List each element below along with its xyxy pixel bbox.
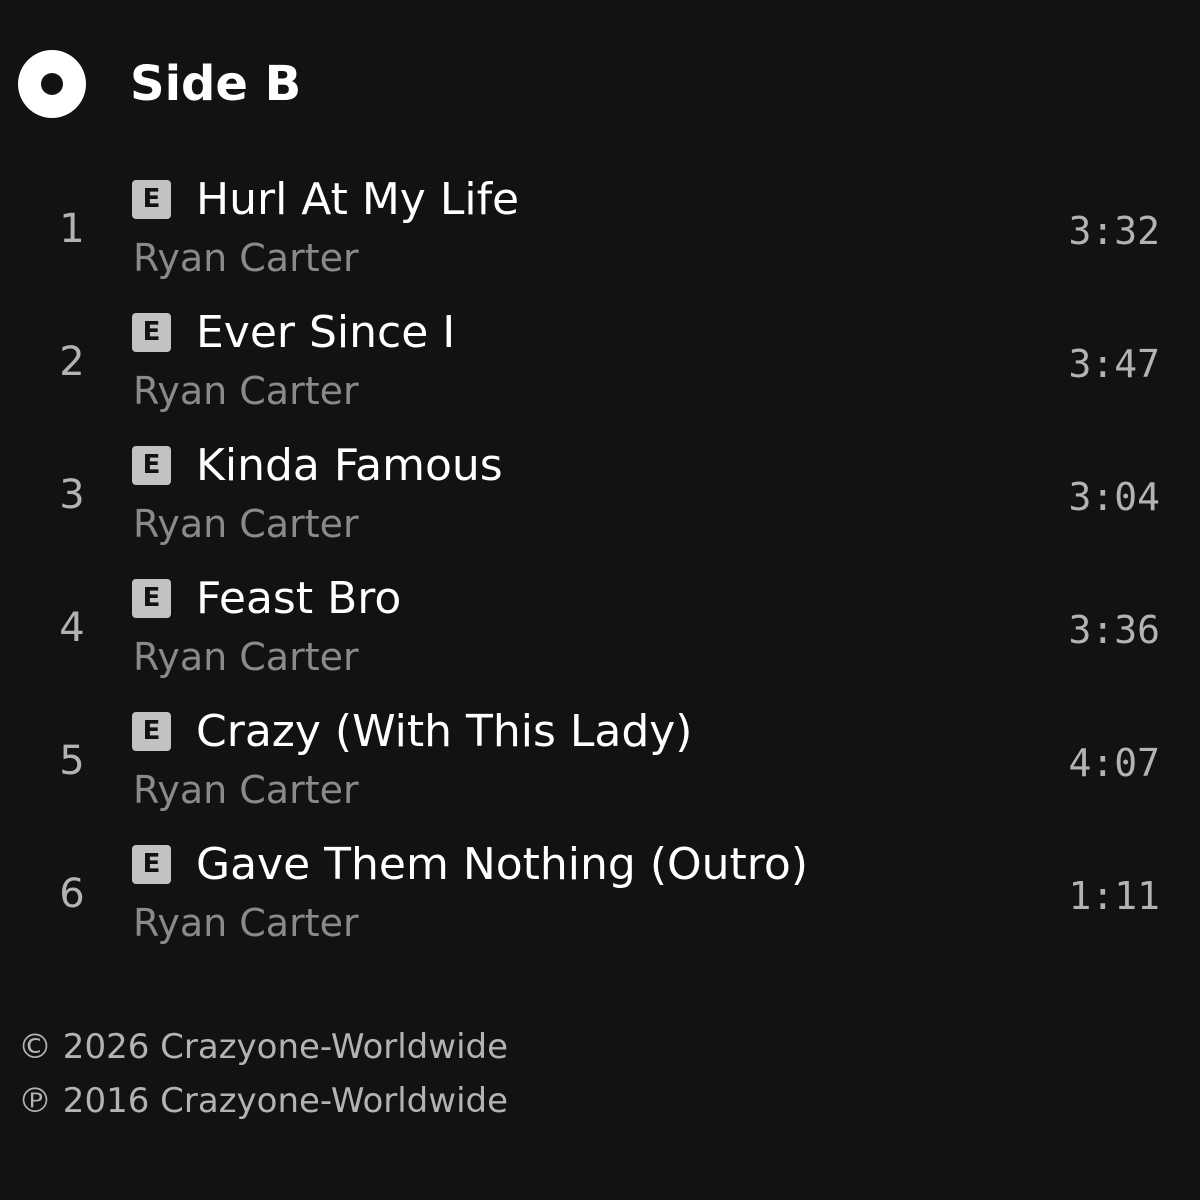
track-number: 1 [59, 206, 85, 252]
explicit-badge: E [132, 579, 171, 618]
track-number: 4 [59, 605, 85, 651]
track-number: 5 [59, 738, 85, 784]
track-list: 1 E Hurl At My Life Ryan Carter 3:32 2 E… [0, 166, 1200, 964]
track-artist[interactable]: Ryan Carter [133, 234, 359, 282]
track-title[interactable]: Hurl At My Life [196, 172, 519, 228]
track-duration: 3:04 [1068, 475, 1160, 519]
explicit-badge: E [132, 845, 171, 884]
track-row[interactable]: 2 E Ever Since I Ryan Carter 3:47 [0, 299, 1200, 432]
explicit-badge: E [132, 446, 171, 485]
track-artist[interactable]: Ryan Carter [133, 367, 359, 415]
phonographic-copyright-text: ℗ 2016 Crazyone-Worldwide [18, 1081, 509, 1121]
track-number: 3 [59, 472, 85, 518]
track-duration: 3:32 [1068, 209, 1160, 253]
track-title[interactable]: Kinda Famous [196, 438, 503, 494]
disc-icon [18, 50, 86, 118]
track-title[interactable]: Ever Since I [196, 305, 455, 361]
track-duration: 1:11 [1068, 874, 1160, 918]
side-title: Side B [130, 56, 302, 112]
track-row[interactable]: 4 E Feast Bro Ryan Carter 3:36 [0, 565, 1200, 698]
track-duration: 4:07 [1068, 741, 1160, 785]
track-artist[interactable]: Ryan Carter [133, 899, 359, 947]
track-duration: 3:47 [1068, 342, 1160, 386]
explicit-badge: E [132, 180, 171, 219]
track-row[interactable]: 1 E Hurl At My Life Ryan Carter 3:32 [0, 166, 1200, 299]
track-artist[interactable]: Ryan Carter [133, 766, 359, 814]
explicit-badge: E [132, 712, 171, 751]
track-duration: 3:36 [1068, 608, 1160, 652]
copyright-text: © 2026 Crazyone-Worldwide [18, 1027, 509, 1067]
track-row[interactable]: 3 E Kinda Famous Ryan Carter 3:04 [0, 432, 1200, 565]
track-title[interactable]: Gave Them Nothing (Outro) [196, 837, 808, 893]
side-header: Side B [18, 50, 301, 118]
track-artist[interactable]: Ryan Carter [133, 500, 359, 548]
track-number: 2 [59, 339, 85, 385]
track-row[interactable]: 6 E Gave Them Nothing (Outro) Ryan Carte… [0, 831, 1200, 964]
track-row[interactable]: 5 E Crazy (With This Lady) Ryan Carter 4… [0, 698, 1200, 831]
track-number: 6 [59, 871, 85, 917]
track-title[interactable]: Feast Bro [196, 571, 401, 627]
track-title[interactable]: Crazy (With This Lady) [196, 704, 692, 760]
explicit-badge: E [132, 313, 171, 352]
footer: © 2026 Crazyone-Worldwide ℗ 2016 Crazyon… [18, 1020, 508, 1128]
track-artist[interactable]: Ryan Carter [133, 633, 359, 681]
